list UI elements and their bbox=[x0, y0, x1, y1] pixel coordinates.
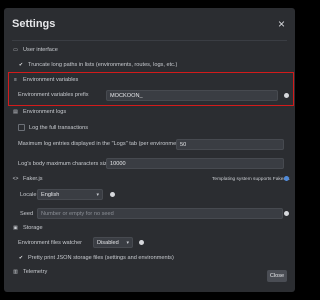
seed-input[interactable]: Number or empty for no seed bbox=[37, 208, 283, 219]
locale-select[interactable]: English ▾ bbox=[37, 189, 103, 200]
section-environment-logs: ▤ Environment logs bbox=[12, 109, 66, 115]
checkmark-icon: ✔ bbox=[18, 255, 24, 261]
section-title: Environment logs bbox=[23, 109, 67, 115]
divider bbox=[12, 40, 287, 41]
section-title: Telemetry bbox=[23, 269, 48, 275]
section-title: Faker.js bbox=[23, 176, 43, 182]
pretty-print-label: Pretty print JSON storage files (setting… bbox=[28, 255, 174, 261]
info-icon[interactable] bbox=[284, 211, 289, 216]
info-icon[interactable] bbox=[284, 93, 289, 98]
env-prefix-label: Environment variables prefix bbox=[18, 92, 89, 98]
close-button[interactable]: Close bbox=[267, 270, 287, 282]
chevron-down-icon: ▾ bbox=[126, 240, 129, 246]
code-icon: <> bbox=[12, 175, 19, 182]
max-log-entries-label: Maximum log entries displayed in the "Lo… bbox=[18, 141, 183, 147]
section-user-interface: ▭ User interface bbox=[12, 47, 58, 53]
dialog-title: Settings bbox=[12, 18, 56, 30]
section-environment-variables: ≡ Environment variables bbox=[12, 77, 78, 83]
seed-label: Seed bbox=[20, 211, 34, 217]
truncate-paths-checkbox[interactable]: ✔ Truncate long paths in lists (environm… bbox=[18, 62, 177, 68]
info-icon[interactable] bbox=[110, 192, 115, 197]
checkmark-icon: ✔ bbox=[18, 62, 24, 68]
log-full-label: Log the full transactions bbox=[29, 124, 89, 131]
close-icon[interactable]: × bbox=[278, 18, 285, 30]
log-icon: ▤ bbox=[13, 108, 18, 115]
info-icon[interactable] bbox=[139, 240, 144, 245]
files-watcher-label: Environment files watcher bbox=[18, 240, 83, 246]
info-icon[interactable] bbox=[284, 176, 289, 181]
pretty-print-checkbox[interactable]: ✔ Pretty print JSON storage files (setti… bbox=[18, 255, 174, 261]
section-telemetry: ▥ Telemetry bbox=[12, 269, 47, 275]
window-icon: ▭ bbox=[13, 46, 18, 53]
files-watcher-value: Disabled bbox=[97, 240, 119, 246]
files-watcher-select[interactable]: Disabled ▾ bbox=[93, 237, 133, 248]
chevron-down-icon: ▾ bbox=[96, 192, 99, 198]
truncate-paths-label: Truncate long paths in lists (environmen… bbox=[28, 62, 178, 68]
section-title: Environment variables bbox=[23, 77, 79, 83]
env-prefix-input[interactable]: MOCKOON_ bbox=[106, 90, 278, 101]
settings-modal: Settings × ▭ User interface ✔ Truncate l… bbox=[4, 8, 295, 292]
max-body-size-label: Log's body maximum characters size bbox=[18, 161, 110, 167]
section-title: Storage bbox=[23, 225, 43, 231]
chart-icon: ▥ bbox=[13, 268, 18, 275]
faker-templating-note: Templating system supports Faker.js bbox=[212, 177, 290, 182]
checkbox-empty bbox=[18, 124, 25, 131]
section-storage: ▣ Storage bbox=[12, 224, 43, 231]
max-body-size-input[interactable]: 10000 bbox=[106, 158, 284, 169]
list-icon: ≡ bbox=[14, 76, 17, 83]
section-faker: <> Faker.js bbox=[12, 176, 43, 182]
locale-label: Locale bbox=[20, 192, 37, 198]
save-icon: ▣ bbox=[13, 224, 18, 231]
log-full-transactions-checkbox[interactable]: Log the full transactions bbox=[18, 124, 88, 131]
max-log-entries-input[interactable]: 50 bbox=[176, 139, 284, 150]
locale-value: English bbox=[41, 192, 60, 198]
section-title: User interface bbox=[23, 47, 58, 53]
